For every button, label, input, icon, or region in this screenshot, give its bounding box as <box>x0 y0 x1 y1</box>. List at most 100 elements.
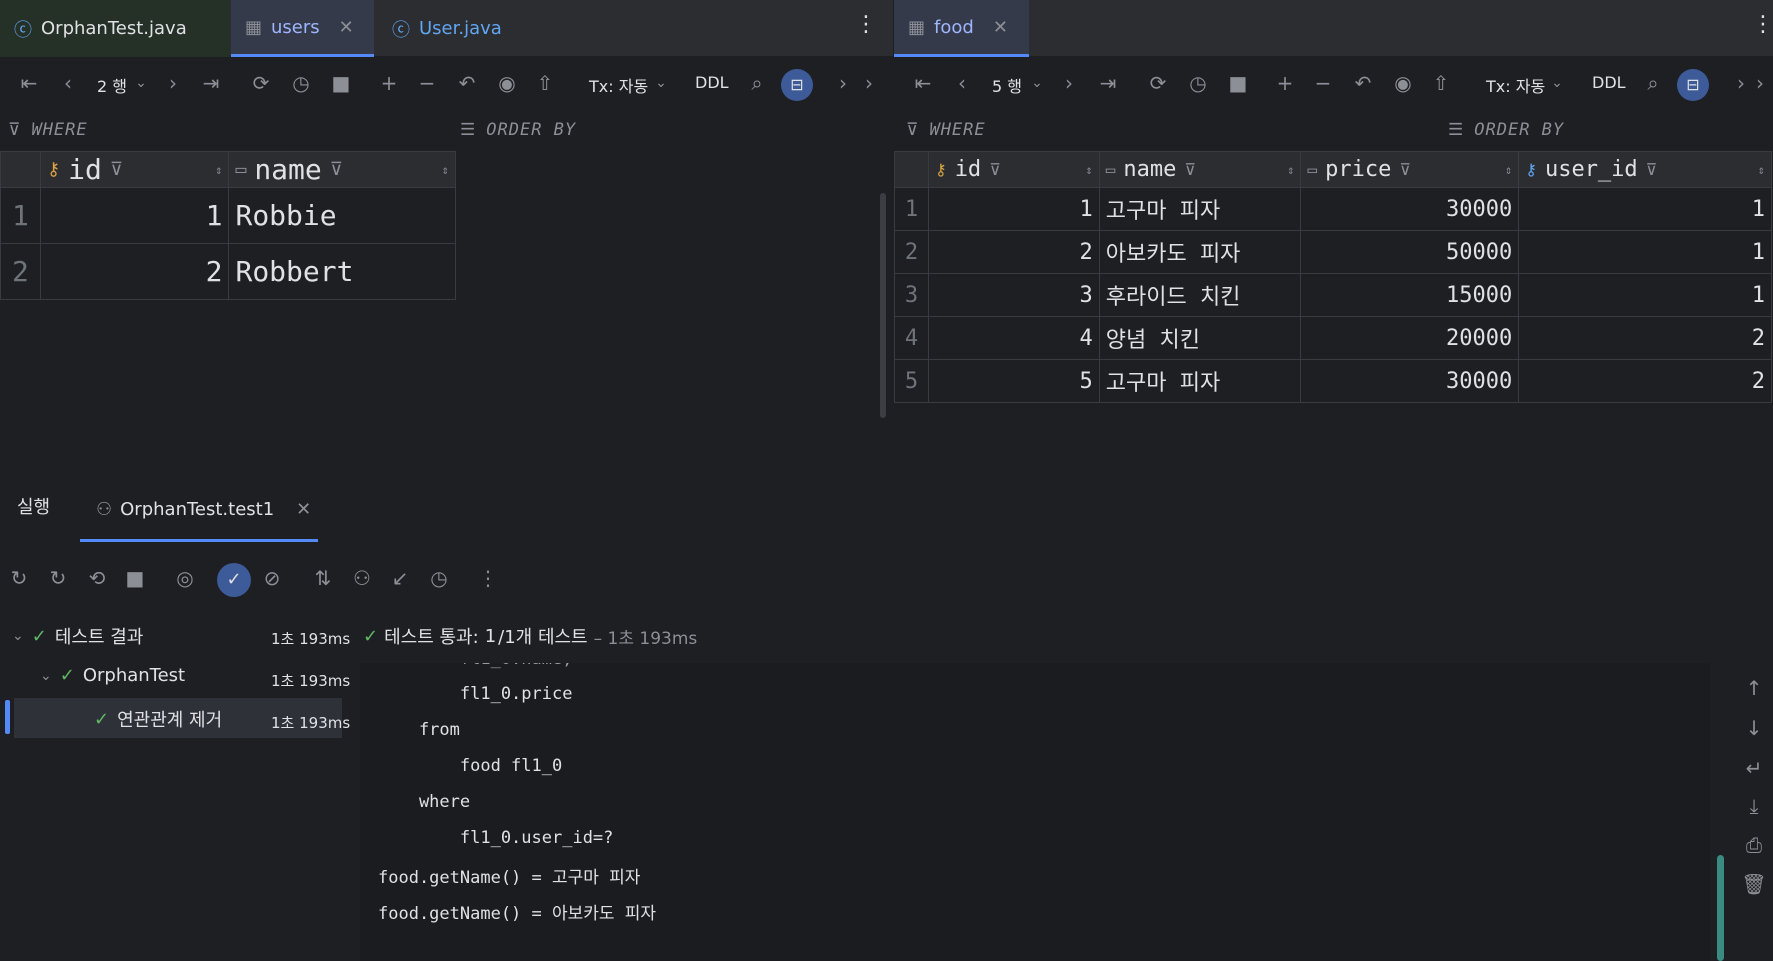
tab-user-java[interactable]: ⓒ User.java <box>378 0 528 57</box>
revert-icon[interactable]: ↶ <box>454 70 480 96</box>
remove-row-icon[interactable]: − <box>414 70 440 96</box>
food-where-filter[interactable]: ⊽ WHERE <box>906 118 986 142</box>
show-passed-check-icon[interactable]: ✓ <box>217 563 251 597</box>
cell-price[interactable]: 20000 <box>1300 316 1520 360</box>
console-output[interactable]: fl1_0.name, fl1_0.price from food fl1_0 … <box>360 663 1710 961</box>
table-row[interactable]: 4 4 양념 치킨 20000 2 <box>894 316 1772 360</box>
tab-orphantest-test1[interactable]: ⚇ OrphanTest.test1 ✕ <box>80 480 318 542</box>
table-row[interactable]: 1 1 Robbie <box>0 187 456 244</box>
add-row-icon[interactable]: + <box>376 70 402 96</box>
filter-toggle-icon[interactable]: ⊟ <box>1677 69 1709 101</box>
cell-name[interactable]: 양념 치킨 <box>1098 316 1302 360</box>
sort-icon[interactable]: ⇕ <box>442 163 449 177</box>
cell-name[interactable]: 고구마 피자 <box>1098 187 1302 231</box>
cell-name[interactable]: Robbert <box>228 243 456 300</box>
prev-page-icon[interactable]: ‹ <box>949 70 975 96</box>
refresh-icon[interactable]: ⟳ <box>248 70 274 96</box>
tree-item-remove-relation[interactable]: ✓ 연관관계 제거 <box>94 706 222 732</box>
column-header-price[interactable]: ▭ price ⊽ ⇕ <box>1300 151 1520 188</box>
tree-item-orphantest[interactable]: ⌄ ✓ OrphanTest <box>40 665 185 686</box>
users-where-filter[interactable]: ⊽ WHERE <box>8 118 88 142</box>
prev-page-icon[interactable]: ‹ <box>55 70 81 96</box>
cell-id[interactable]: 2 <box>927 230 1100 274</box>
close-icon[interactable]: ✕ <box>296 499 311 520</box>
food-orderby-filter[interactable]: ☰ ORDER BY <box>1448 118 1564 142</box>
close-icon[interactable]: ✕ <box>993 17 1008 38</box>
cell-price[interactable]: 30000 <box>1300 187 1520 231</box>
next-page-icon[interactable]: › <box>160 70 186 96</box>
print-icon[interactable]: ⎙ <box>1741 833 1767 857</box>
search-icon[interactable]: ⌕ <box>744 70 770 96</box>
add-row-icon[interactable]: + <box>1272 70 1298 96</box>
stop-icon[interactable]: ■ <box>122 565 148 591</box>
chevron-down-icon[interactable]: ⌄ <box>128 70 154 96</box>
cell-id[interactable]: 2 <box>39 243 230 300</box>
cell-user-id[interactable]: 1 <box>1518 230 1772 274</box>
sort-icon[interactable]: ⇕ <box>1287 163 1294 177</box>
export-icon[interactable]: ↙ <box>387 565 413 591</box>
cell-name[interactable]: 아보카도 피자 <box>1098 230 1302 274</box>
filter-icon[interactable]: ⊽ <box>330 159 343 180</box>
tab-run[interactable]: 실행 <box>17 493 50 519</box>
console-scrollbar[interactable] <box>1717 855 1724 961</box>
cell-name[interactable]: 고구마 피자 <box>1098 359 1302 403</box>
cell-price[interactable]: 50000 <box>1300 230 1520 274</box>
row-count-select[interactable]: 2 행 <box>97 73 127 97</box>
chevron-down-icon[interactable]: ⌄ <box>12 628 24 644</box>
history-icon[interactable]: ◷ <box>288 70 314 96</box>
more-options-icon[interactable]: ⋮ <box>855 12 877 37</box>
show-ignored-icon[interactable]: ⊘ <box>259 565 285 591</box>
search-icon[interactable]: ⌕ <box>1640 70 1666 96</box>
cell-name[interactable]: 후라이드 치킨 <box>1098 273 1302 317</box>
more-options-icon[interactable]: ⋮ <box>475 565 501 591</box>
scroll-to-end-icon[interactable]: ⤓ <box>1741 794 1767 818</box>
table-row[interactable]: 5 5 고구마 피자 30000 2 <box>894 359 1772 403</box>
chevron-right-icon[interactable]: › <box>1750 70 1770 96</box>
chevron-right-icon[interactable]: › <box>830 70 856 96</box>
cell-price[interactable]: 30000 <box>1300 359 1520 403</box>
sort-icon[interactable]: ⇕ <box>1086 163 1093 177</box>
chevron-down-icon[interactable]: ⌄ <box>1024 70 1050 96</box>
first-page-icon[interactable]: ⇤ <box>16 70 42 96</box>
sort-icon[interactable]: ⇕ <box>215 163 222 177</box>
filter-icon[interactable]: ⊽ <box>989 160 1001 179</box>
cell-user-id[interactable]: 2 <box>1518 316 1772 360</box>
cell-id[interactable]: 1 <box>927 187 1100 231</box>
sort-icon[interactable]: ⇕ <box>1505 163 1512 177</box>
filter-icon[interactable]: ⊽ <box>1184 160 1196 179</box>
tx-mode-select[interactable]: Tx: 자동 <box>589 73 648 97</box>
first-page-icon[interactable]: ⇤ <box>910 70 936 96</box>
stop-icon[interactable]: ■ <box>1225 70 1251 96</box>
cell-name[interactable]: Robbie <box>228 187 456 244</box>
table-row[interactable]: 2 2 Robbert <box>0 243 456 300</box>
scroll-up-icon[interactable]: ↑ <box>1741 676 1767 700</box>
tab-food[interactable]: ▦ food ✕ <box>894 0 1029 57</box>
cell-user-id[interactable]: 2 <box>1518 359 1772 403</box>
tree-item-test-results[interactable]: ⌄ ✓ 테스트 결과 <box>12 623 143 649</box>
sort-icon[interactable]: ⇅ <box>310 565 336 591</box>
table-row[interactable]: 2 2 아보카도 피자 50000 1 <box>894 230 1772 274</box>
trash-icon[interactable]: 🗑 <box>1741 872 1767 896</box>
column-header-id[interactable]: ⚷ id ⊽ ⇕ <box>927 151 1100 188</box>
tab-users[interactable]: ▦ users ✕ <box>231 0 374 57</box>
close-icon[interactable]: ✕ <box>339 17 354 38</box>
remove-row-icon[interactable]: − <box>1310 70 1336 96</box>
history-icon[interactable]: ◷ <box>1185 70 1211 96</box>
refresh-icon[interactable]: ⟳ <box>1145 70 1171 96</box>
chevron-right-icon[interactable]: › <box>856 70 882 96</box>
cell-user-id[interactable]: 1 <box>1518 187 1772 231</box>
submit-icon[interactable]: ⇧ <box>532 70 558 96</box>
last-page-icon[interactable]: ⇥ <box>1095 70 1121 96</box>
chevron-down-icon[interactable]: ⌄ <box>40 668 52 684</box>
more-options-icon[interactable]: ⋮ <box>1752 12 1773 37</box>
filter-toggle-icon[interactable]: ⊟ <box>781 69 813 101</box>
ddl-button[interactable]: DDL <box>1592 73 1626 92</box>
column-header-name[interactable]: ▭ name ⊽ ⇕ <box>1098 151 1302 188</box>
cell-id[interactable]: 3 <box>927 273 1100 317</box>
rerun-failed-icon[interactable]: ↻ <box>45 565 71 591</box>
ddl-button[interactable]: DDL <box>695 73 729 92</box>
cell-id[interactable]: 1 <box>39 187 230 244</box>
row-count-select[interactable]: 5 행 <box>992 73 1022 97</box>
scroll-down-icon[interactable]: ↓ <box>1741 716 1767 740</box>
preview-icon[interactable]: ◉ <box>1390 70 1416 96</box>
